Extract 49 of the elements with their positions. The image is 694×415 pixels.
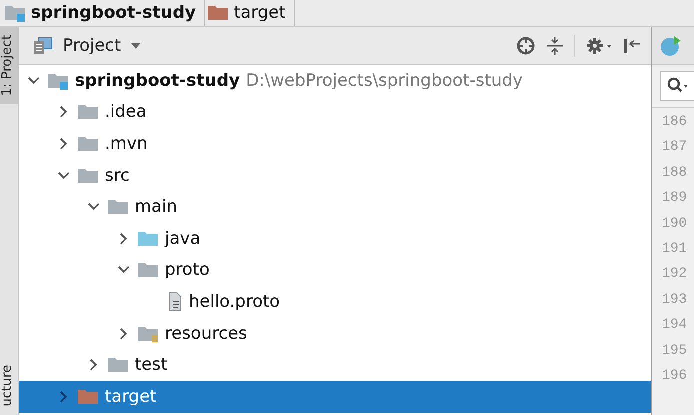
tree-row[interactable]: .mvn	[19, 128, 651, 160]
tree-item-label: test	[135, 355, 168, 376]
breadcrumb[interactable]: target	[205, 0, 295, 26]
tree-item-label: main	[135, 197, 178, 218]
line-number: 196	[661, 366, 688, 386]
line-number: 191	[661, 240, 688, 259]
side-tab[interactable]: ucture	[0, 357, 18, 415]
tree-item-label: proto	[165, 260, 210, 280]
tree-item-label: target	[105, 386, 157, 407]
tree-item-label: .mvn	[105, 134, 148, 154]
line-number: 193	[661, 290, 688, 310]
tree-row[interactable]: test	[19, 349, 651, 381]
panel-title[interactable]: Project	[63, 36, 122, 56]
collapse-all-icon[interactable]	[546, 36, 564, 56]
folder-icon	[207, 3, 230, 23]
tree-row[interactable]: java	[19, 222, 651, 255]
breadcrumb[interactable]: springboot-study	[2, 0, 206, 26]
tree-item-label: src	[105, 166, 130, 186]
folder-icon	[4, 3, 26, 23]
tree-row[interactable]: target	[19, 380, 651, 413]
line-number: 194	[661, 316, 688, 336]
tree-row[interactable]: proto	[19, 254, 651, 286]
locate-icon[interactable]	[516, 36, 536, 56]
line-number: 188	[661, 164, 688, 183]
tree-item-label: resources	[165, 324, 248, 344]
line-number: 186	[661, 113, 688, 132]
settings-icon[interactable]	[585, 36, 613, 56]
tree-row[interactable]: resources	[19, 318, 651, 350]
side-tab[interactable]: 1: Project	[0, 27, 18, 104]
tree-row[interactable]: springboot-study D:\webProjects\springboot-study	[19, 65, 651, 97]
tree-row[interactable]: src	[19, 160, 651, 192]
line-number: 195	[661, 342, 688, 361]
tree-row[interactable]: .idea	[19, 96, 651, 128]
dropdown-caret-icon[interactable]	[131, 42, 142, 48]
search-field[interactable]	[660, 71, 694, 101]
project-path: D:\webProjects\springboot-study	[246, 70, 523, 91]
line-number: 189	[661, 189, 688, 208]
project-view-icon	[33, 36, 53, 54]
line-number: 192	[661, 265, 688, 284]
tree-item-label: .idea	[105, 102, 147, 122]
line-number: 190	[661, 214, 688, 234]
tree-row[interactable]: main	[19, 191, 651, 223]
tree-item-label: springboot-study	[75, 70, 240, 91]
search-icon	[667, 77, 689, 95]
tree-item-label: java	[165, 228, 201, 249]
file-icon	[167, 292, 183, 312]
tree-row[interactable]: hello.proto	[19, 286, 651, 318]
tree-item-label: hello.proto	[189, 292, 280, 312]
line-number: 187	[661, 138, 688, 158]
